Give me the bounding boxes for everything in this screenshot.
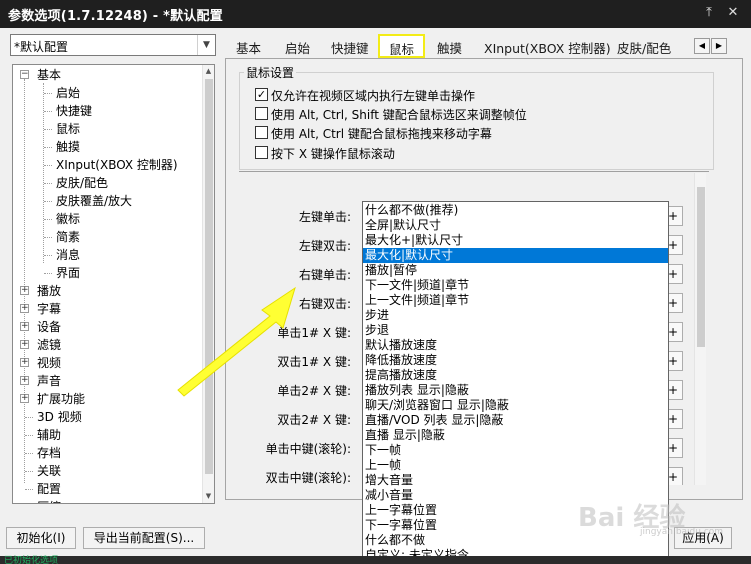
annotation-arrow xyxy=(177,286,296,397)
divider xyxy=(239,171,709,172)
tab-scroll-right-icon[interactable]: ▶ xyxy=(711,38,727,54)
dropdown-option[interactable]: 全屏|默认尺寸 xyxy=(363,218,668,233)
watermark-url: jingyan.baidu.com xyxy=(640,527,724,537)
tree-item[interactable]: 声音 xyxy=(37,372,61,390)
dropdown-option[interactable]: 默认播放速度 xyxy=(363,338,668,353)
tree-item[interactable]: 基本 xyxy=(37,66,61,84)
close-icon[interactable]: ✕ xyxy=(724,4,742,22)
tree-item[interactable]: 简素 xyxy=(56,228,80,246)
tree-item[interactable]: 启始 xyxy=(56,84,80,102)
expand-icon[interactable]: + xyxy=(20,322,29,331)
dropdown-option[interactable]: 什么都不做(推荐) xyxy=(363,203,668,218)
checkbox-label: 仅允许在视频区域内执行左键单击操作 xyxy=(271,89,476,103)
tree-item[interactable]: 字幕 xyxy=(37,300,61,318)
actions-scrollbar[interactable] xyxy=(694,173,706,485)
dropdown-option[interactable]: 下一帧 xyxy=(363,443,668,458)
checkbox-box[interactable] xyxy=(255,126,268,139)
dropdown-option[interactable]: 步退 xyxy=(363,323,668,338)
tree-item[interactable]: 播放 xyxy=(37,282,61,300)
profile-select[interactable]: *默认配置 ▼ xyxy=(10,34,216,56)
dropdown-option[interactable]: 最大化|默认尺寸 xyxy=(363,248,668,263)
tree-item[interactable]: 视频 xyxy=(37,354,61,372)
scroll-down-icon[interactable]: ▼ xyxy=(203,490,214,503)
action-label: 双击2# X 键: xyxy=(277,413,351,427)
dropdown-option[interactable]: 什么都不做 xyxy=(363,533,668,548)
tree-item[interactable]: 鼠标 xyxy=(56,120,80,138)
tab-3[interactable]: 快捷键 xyxy=(331,38,369,57)
tab-4[interactable]: 鼠标 xyxy=(378,34,426,58)
dropdown-option[interactable]: 直播 显示|隐蔽 xyxy=(363,428,668,443)
action-label: 左键双击: xyxy=(298,239,351,253)
status-bar: 已初始化选项 xyxy=(0,556,751,564)
dropdown-option[interactable]: 直播/VOD 列表 显示|隐蔽 xyxy=(363,413,668,428)
tree-item[interactable]: 皮肤/配色 xyxy=(56,174,108,192)
tab-6[interactable]: XInput(XBOX 控制器) xyxy=(484,38,611,57)
status-text: 已初始化选项 xyxy=(4,556,59,564)
tree-item[interactable]: 快捷键 xyxy=(56,102,92,120)
tree-item[interactable]: 触摸 xyxy=(56,138,80,156)
collapse-icon[interactable]: − xyxy=(20,70,29,79)
tab-1[interactable]: 基本 xyxy=(236,38,261,57)
checkbox-box[interactable] xyxy=(255,107,268,120)
tree-item[interactable]: 压缩 xyxy=(37,498,61,503)
checkmark-icon[interactable]: ✓ xyxy=(255,88,268,101)
pin-icon[interactable]: ⤒ xyxy=(700,4,718,22)
expand-icon[interactable]: + xyxy=(20,340,29,349)
dropdown-option[interactable]: 播放|暂停 xyxy=(363,263,668,278)
dropdown-option[interactable]: 聊天/浏览器窗口 显示|隐蔽 xyxy=(363,398,668,413)
tab-scroll-left-icon[interactable]: ◀ xyxy=(694,38,710,54)
dropdown-option[interactable]: 降低播放速度 xyxy=(363,353,668,368)
tree-item[interactable]: 辅助 xyxy=(37,426,61,444)
profile-select-value: *默认配置 xyxy=(14,40,69,54)
tree-item[interactable]: 消息 xyxy=(56,246,80,264)
tab-2[interactable]: 启始 xyxy=(285,38,310,57)
tree-item[interactable]: 存档 xyxy=(37,444,61,462)
scroll-up-icon[interactable]: ▲ xyxy=(203,65,214,78)
dropdown-option[interactable]: 提高播放速度 xyxy=(363,368,668,383)
export-config-button[interactable]: 导出当前配置(S)... xyxy=(83,527,205,549)
dropdown-option[interactable]: 增大音量 xyxy=(363,473,668,488)
chevron-down-icon[interactable]: ▼ xyxy=(197,35,215,55)
init-button[interactable]: 初始化(I) xyxy=(6,527,76,549)
dropdown-option[interactable]: 步进 xyxy=(363,308,668,323)
expand-icon[interactable]: + xyxy=(20,376,29,385)
tab-5[interactable]: 触摸 xyxy=(437,38,462,57)
group-title: 鼠标设置 xyxy=(244,64,297,81)
action-label: 单击中键(滚轮): xyxy=(265,442,351,456)
tree-item[interactable]: 扩展功能 xyxy=(37,390,85,408)
expand-icon[interactable]: + xyxy=(20,358,29,367)
expand-icon[interactable]: + xyxy=(20,304,29,313)
action-label: 双击中键(滚轮): xyxy=(265,471,351,485)
tree-item[interactable]: 配置 xyxy=(37,480,61,498)
dropdown-option[interactable]: 最大化+|默认尺寸 xyxy=(363,233,668,248)
dropdown-option[interactable]: 下一文件|频道|章节 xyxy=(363,278,668,293)
title-bar: 参数选项(1.7.12248) - *默认配置 ⤒ ✕ xyxy=(0,0,751,28)
tree-item[interactable]: 3D 视频 xyxy=(37,408,82,426)
window-title: 参数选项(1.7.12248) - *默认配置 xyxy=(8,9,223,24)
expand-icon[interactable]: + xyxy=(20,286,29,295)
tree-item[interactable]: 滤镜 xyxy=(37,336,61,354)
expand-icon[interactable]: + xyxy=(20,394,29,403)
tree-item[interactable]: 设备 xyxy=(37,318,61,336)
tree-item[interactable]: XInput(XBOX 控制器) xyxy=(56,156,178,174)
checkbox-label: 使用 Alt, Ctrl 键配合鼠标拖拽来移动字幕 xyxy=(271,127,492,141)
tree-item[interactable]: 皮肤覆盖/放大 xyxy=(56,192,132,210)
dropdown-option[interactable]: 上一文件|频道|章节 xyxy=(363,293,668,308)
tree-item[interactable]: 界面 xyxy=(56,264,80,282)
tree-item[interactable]: 关联 xyxy=(37,462,61,480)
dropdown-option[interactable]: 播放列表 显示|隐蔽 xyxy=(363,383,668,398)
tab-7[interactable]: 皮肤/配色 xyxy=(617,38,671,57)
action-label: 左键单击: xyxy=(298,210,351,224)
actions-scroll-thumb[interactable] xyxy=(697,187,705,347)
tree-item[interactable]: 徽标 xyxy=(56,210,80,228)
tree-scroll-thumb[interactable] xyxy=(205,79,213,474)
checkbox-box[interactable] xyxy=(255,146,268,159)
checkbox-label: 使用 Alt, Ctrl, Shift 键配合鼠标选区来调整帧位 xyxy=(271,108,527,122)
dropdown-option[interactable]: 上一帧 xyxy=(363,458,668,473)
checkbox-label: 按下 X 键操作鼠标滚动 xyxy=(271,147,395,161)
tab-strip: ◀ ▶ 基本 启始 快捷键 鼠标 触摸 XInput(XBOX 控制器) 皮肤/配色 xyxy=(226,31,746,61)
